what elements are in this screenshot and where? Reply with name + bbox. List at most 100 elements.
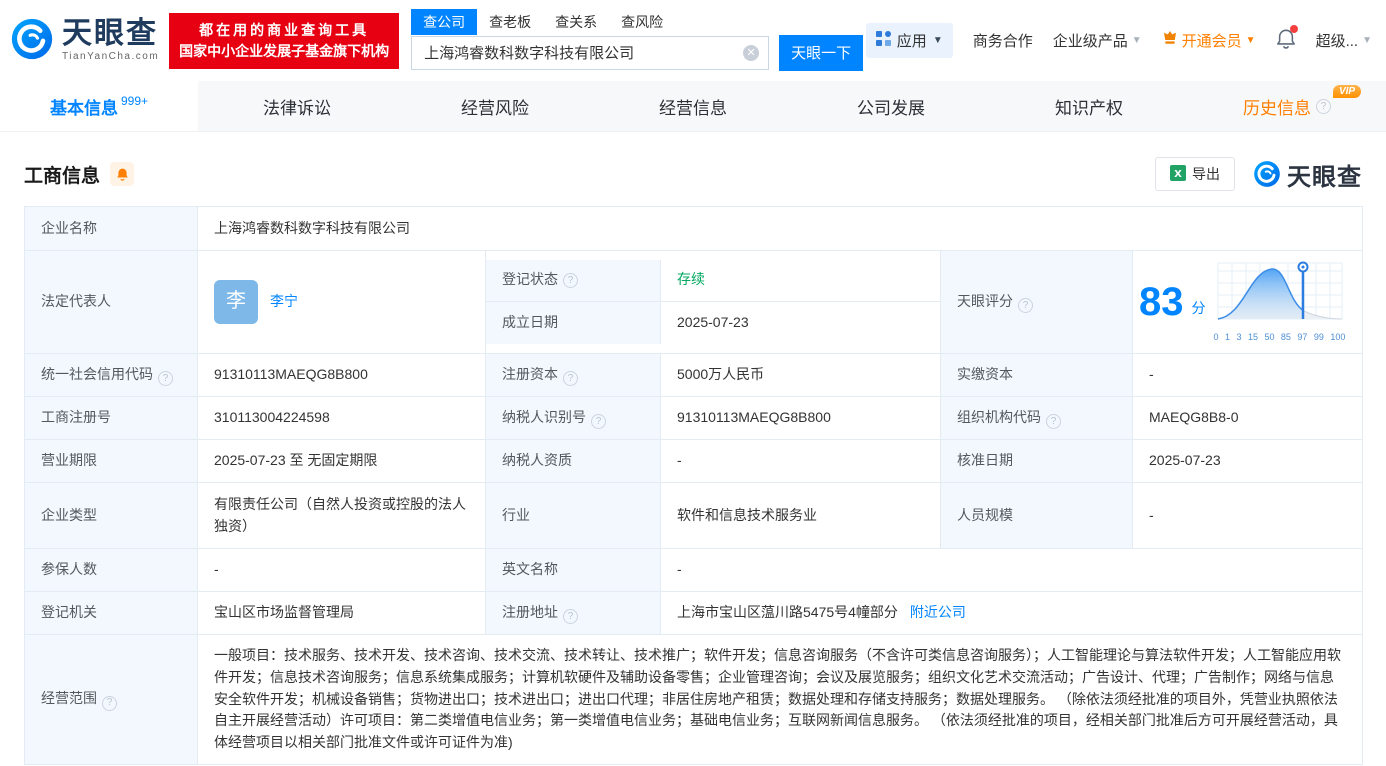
tab-basic-info[interactable]: 基本信息 999+ — [0, 81, 198, 131]
search-tab-relation[interactable]: 查关系 — [543, 9, 609, 35]
help-icon[interactable]: ? — [1316, 98, 1331, 114]
reg-number-value: 310113004224598 — [197, 395, 486, 441]
table-row: 企业类型 有限责任公司（自然人投资或控股的法人独资） 行业 软件和信息技术服务业… — [24, 482, 1364, 550]
excel-icon: X — [1170, 164, 1186, 184]
nav-biz-coop[interactable]: 商务合作 — [973, 30, 1033, 51]
score-distribution-chart: 01 3 15 50 85 97 99 100 — [1214, 259, 1346, 345]
taxpayer-id-value: 91310113MAEQG8B800 — [660, 395, 941, 441]
paid-capital-value: - — [1131, 352, 1364, 397]
help-icon[interactable]: ? — [158, 370, 173, 386]
top-nav: 应用 ▼ 商务合作 企业级产品 ▼ 开通会员 ▼ 超级... ▼ — [865, 23, 1372, 58]
tab-basic-info-label: 基本信息 — [49, 98, 118, 118]
avatar[interactable]: 李 — [214, 279, 258, 324]
header: 天眼查 TianYanCha.com 都在用的商业查询工具 国家中小企业发展子基… — [0, 0, 1386, 81]
table-row: 工商注册号 310113004224598 纳税人识别号? 91310113MA… — [24, 395, 1364, 441]
approval-date-label: 核准日期 — [940, 439, 1133, 484]
nav-enterprise-product[interactable]: 企业级产品 ▼ — [1053, 30, 1142, 51]
reg-number-label: 工商注册号 — [24, 395, 198, 441]
business-scope-label: 经营范围? — [24, 634, 198, 765]
chevron-down-icon: ▼ — [1245, 35, 1256, 46]
credit-code-value: 91310113MAEQG8B800 — [197, 352, 486, 397]
crown-icon — [1162, 31, 1178, 50]
apps-label: 应用 — [896, 33, 927, 50]
english-name-value: - — [659, 548, 1364, 593]
help-icon[interactable]: ? — [102, 695, 117, 711]
nearby-companies-link[interactable]: 附近公司 — [910, 604, 966, 620]
grid-icon — [875, 31, 891, 50]
help-icon[interactable]: ? — [591, 414, 606, 430]
notification-dot — [1289, 25, 1298, 33]
industry-value: 软件和信息技术服务业 — [660, 482, 941, 550]
reg-authority-label: 登记机关 — [24, 591, 198, 636]
tianyancha-logo[interactable]: 天眼查 TianYanCha.com — [10, 17, 159, 64]
tab-company-development[interactable]: 公司发展 — [792, 81, 990, 131]
table-row: 统一社会信用代码? 91310113MAEQG8B800 注册资本? 5000万… — [24, 352, 1364, 397]
tab-operation-info[interactable]: 经营信息 — [594, 81, 792, 131]
nav-super-vip[interactable]: 超级... ▼ — [1316, 30, 1372, 51]
watermark-logo-icon — [1254, 161, 1280, 187]
org-code-value: MAEQG8B8-0 — [1131, 395, 1364, 441]
insured-count-label: 参保人数 — [24, 548, 198, 593]
score-chart-ticks: 01 3 15 50 85 97 99 100 — [1213, 331, 1346, 342]
apps-menu[interactable]: 应用 ▼ — [865, 23, 953, 58]
score-value: 83 — [1139, 279, 1184, 324]
search-tabs: 查公司 查老板 查关系 查风险 — [411, 8, 863, 35]
industry-label: 行业 — [485, 482, 661, 550]
help-icon[interactable]: ? — [563, 609, 578, 625]
chevron-down-icon: ▼ — [1131, 35, 1142, 46]
notification-bell[interactable] — [1276, 25, 1298, 53]
help-icon[interactable]: ? — [563, 370, 578, 386]
search-tab-company[interactable]: 查公司 — [411, 8, 478, 35]
section-header: 工商信息 X 导出 天眼查 — [0, 156, 1386, 192]
business-scope-value: 一般项目：技术服务、技术开发、技术咨询、技术交流、技术转让、技术推广；软件开发；… — [196, 634, 1364, 765]
tab-basic-info-badge: 999+ — [120, 94, 149, 108]
staff-size-value: - — [1131, 482, 1364, 550]
company-name-value: 上海鸿睿数科数字科技有限公司 — [196, 206, 1364, 251]
slogan-line2: 国家中小企业发展子基金旗下机构 — [179, 42, 390, 59]
subscribe-bell-icon[interactable] — [110, 162, 135, 186]
search-button[interactable]: 天眼一下 — [779, 34, 864, 71]
tab-intellectual-property-label: 知识产权 — [1055, 98, 1123, 118]
export-button[interactable]: X 导出 — [1155, 157, 1235, 191]
tab-operation-info-label: 经营信息 — [659, 98, 727, 118]
enterprise-product-label: 企业级产品 — [1052, 33, 1128, 50]
nav-open-member[interactable]: 开通会员 ▼ — [1162, 30, 1256, 51]
score-unit: 分 — [1191, 299, 1206, 316]
search-input[interactable] — [411, 35, 770, 70]
tab-legal-litigation-label: 法律诉讼 — [263, 98, 331, 118]
business-info-table: 企业名称 上海鸿睿数科数字科技有限公司 法定代表人 李 李宁 登记状态? 存续 … — [24, 206, 1364, 765]
tab-legal-litigation[interactable]: 法律诉讼 — [198, 81, 396, 131]
table-row: 营业期限 2025-07-23 至 无固定期限 纳税人资质 - 核准日期 202… — [24, 439, 1364, 484]
brand-slogan: 都在用的商业查询工具 国家中小企业发展子基金旗下机构 — [169, 12, 400, 69]
watermark-text: 天眼查 — [1287, 163, 1362, 191]
help-icon[interactable]: ? — [1018, 297, 1033, 313]
company-type-value: 有限责任公司（自然人投资或控股的法人独资） — [197, 482, 486, 550]
open-member-label: 开通会员 — [1181, 33, 1242, 50]
clear-icon[interactable]: ✕ — [743, 44, 760, 61]
company-tabbar: 基本信息 999+ 法律诉讼 经营风险 经营信息 公司发展 知识产权 VIP 历… — [0, 81, 1386, 132]
tianyancha-logo-icon — [10, 17, 54, 64]
watermark-logo: 天眼查 — [1253, 157, 1362, 192]
legal-rep-label: 法定代表人 — [24, 250, 198, 354]
search-tab-boss[interactable]: 查老板 — [477, 9, 543, 35]
tab-operation-risk-label: 经营风险 — [461, 98, 529, 118]
tab-intellectual-property[interactable]: 知识产权 — [990, 81, 1188, 131]
super-vip-label: 超级... — [1315, 33, 1359, 50]
table-row: 经营范围? 一般项目：技术服务、技术开发、技术咨询、技术交流、技术转让、技术推广… — [24, 634, 1364, 765]
slogan-line1: 都在用的商业查询工具 — [199, 21, 370, 38]
table-row: 法定代表人 李 李宁 登记状态? 存续 成立日期 2025-07-23 天眼评分… — [24, 250, 1364, 354]
tab-operation-risk[interactable]: 经营风险 — [396, 81, 594, 131]
approval-date-value: 2025-07-23 — [1131, 439, 1364, 484]
export-label: 导出 — [1192, 166, 1220, 182]
help-icon[interactable]: ? — [563, 272, 578, 288]
paid-capital-label: 实缴资本 — [940, 352, 1133, 397]
company-type-label: 企业类型 — [24, 482, 198, 550]
tab-history-info[interactable]: VIP 历史信息 ? — [1188, 81, 1386, 131]
help-icon[interactable]: ? — [1046, 414, 1061, 430]
reg-address-label: 注册地址? — [485, 591, 661, 636]
taxpayer-id-label: 纳税人识别号? — [485, 395, 661, 441]
reg-authority-value: 宝山区市场监督管理局 — [197, 591, 486, 636]
legal-rep-link[interactable]: 李宁 — [270, 291, 298, 313]
svg-text:X: X — [1174, 169, 1182, 180]
search-tab-risk[interactable]: 查风险 — [609, 9, 675, 35]
